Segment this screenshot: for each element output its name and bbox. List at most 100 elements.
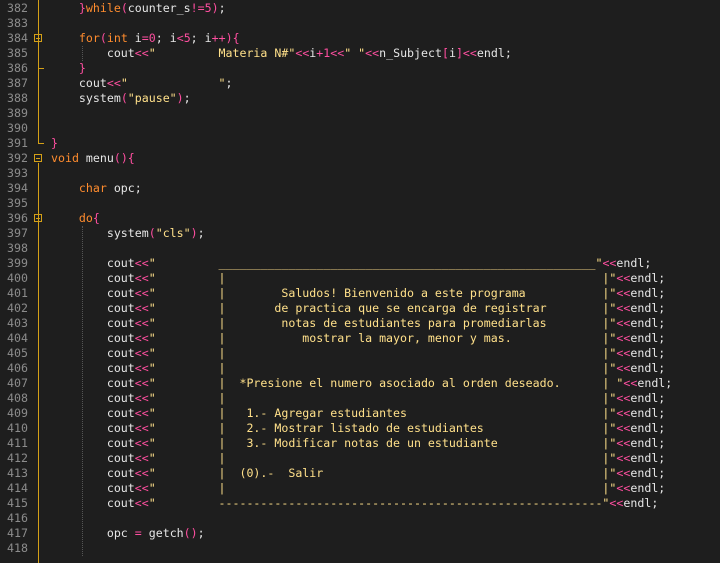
code-line[interactable]: 398 — [0, 241, 720, 256]
line-number: 399 — [7, 256, 28, 270]
code-text: void menu(){ — [51, 151, 135, 165]
code-editor[interactable]: 382 }while(counter_s!=5); 383 384 for(int … — [0, 0, 720, 563]
code-line[interactable]: 390 — [0, 121, 720, 136]
code-line[interactable]: 407 cout<<" | *Presione el numero asocia… — [0, 376, 720, 391]
fold-guide-end — [38, 68, 44, 69]
fold-guide — [38, 223, 39, 563]
code-text: do{ — [78, 211, 100, 225]
code-line[interactable]: 415 cout<<" ----------------------------… — [0, 496, 720, 511]
code-line[interactable]: 404 cout<<" | mostrar la mayor, menor y … — [0, 331, 720, 346]
fold-guide — [38, 0, 39, 143]
line-number: 397 — [7, 226, 28, 240]
line-number: 385 — [7, 46, 28, 60]
line-number: 391 — [7, 136, 28, 150]
code-line[interactable]: 389 — [0, 106, 720, 121]
code-line[interactable]: 393 — [0, 166, 720, 181]
code-text: cout<<" | |"<<endl; — [106, 271, 666, 285]
code-line[interactable]: 384 for(int i=0; i<5; i++){ — [0, 31, 720, 46]
code-line[interactable]: 396 do{ — [0, 211, 720, 226]
code-text: cout<<" --------------------------------… — [106, 496, 659, 510]
code-text: system("cls"); — [106, 226, 205, 240]
code-text: cout<<" | Saludos! Bienvenido a este pro… — [106, 286, 666, 300]
code-text: cout<<" | de practica que se encarga de … — [106, 301, 666, 315]
code-line[interactable]: 399 cout<<" ____________________________… — [0, 256, 720, 271]
code-line[interactable]: 411 cout<<" | 3.- Modificar notas de un … — [0, 436, 720, 451]
code-text: }while(counter_s!=5); — [78, 1, 226, 15]
code-line[interactable]: 417 opc = getch(); — [0, 526, 720, 541]
code-line[interactable]: 400 cout<<" | |"<<endl; — [0, 271, 720, 286]
code-line[interactable]: 408 cout<<" | |"<<endl; — [0, 391, 720, 406]
line-number: 415 — [7, 496, 28, 510]
code-line[interactable]: 402 cout<<" | de practica que se encarga… — [0, 301, 720, 316]
line-number: 400 — [7, 271, 28, 285]
code-line[interactable]: 392 void menu(){ — [0, 151, 720, 166]
code-line[interactable]: 413 cout<<" | (0).- Salir |"<<endl; — [0, 466, 720, 481]
line-number: 407 — [7, 376, 28, 390]
line-number: 409 — [7, 406, 28, 420]
code-text: cout<<" Materia N#"<<i+1<<" "<<n_Subject… — [106, 46, 512, 60]
code-line[interactable]: 391} — [0, 136, 720, 151]
line-number: 418 — [7, 541, 28, 555]
line-number: 413 — [7, 466, 28, 480]
code-line[interactable]: 405 cout<<" | |"<<endl; — [0, 346, 720, 361]
line-number: 384 — [7, 31, 28, 45]
line-number: 416 — [7, 511, 28, 525]
line-number: 406 — [7, 361, 28, 375]
line-number: 395 — [7, 196, 28, 210]
code-line[interactable]: 414 cout<<" | |"<<endl; — [0, 481, 720, 496]
code-text: cout<<" | |"<<endl; — [106, 391, 666, 405]
line-number: 403 — [7, 316, 28, 330]
line-number: 386 — [7, 61, 28, 75]
line-number: 414 — [7, 481, 28, 495]
code-line[interactable]: 385 cout<<" Materia N#"<<i+1<<" "<<n_Sub… — [0, 46, 720, 61]
code-text: cout<<" | *Presione el numero asociado a… — [106, 376, 673, 390]
code-text: cout<<" | |"<<endl; — [106, 451, 666, 465]
code-line[interactable]: 386 } — [0, 61, 720, 76]
code-text: for(int i=0; i<5; i++){ — [78, 31, 240, 45]
code-line[interactable]: 388 system("pause"); — [0, 91, 720, 106]
code-text: opc = getch(); — [106, 526, 205, 540]
line-number: 396 — [7, 211, 28, 225]
code-text: cout<<" | (0).- Salir |"<<endl; — [106, 466, 666, 480]
line-number: 394 — [7, 181, 28, 195]
code-line[interactable]: 382 }while(counter_s!=5); — [0, 1, 720, 16]
line-number: 401 — [7, 286, 28, 300]
line-number: 417 — [7, 526, 28, 540]
code-text: cout<<" | |"<<endl; — [106, 361, 666, 375]
code-line[interactable]: 397 system("cls"); — [0, 226, 720, 241]
line-number: 402 — [7, 301, 28, 315]
code-text: cout<<" | mostrar la mayor, menor y mas.… — [106, 331, 666, 345]
line-number: 392 — [7, 151, 28, 165]
fold-guide — [38, 43, 39, 68]
line-number: 389 — [7, 106, 28, 120]
code-line[interactable]: 403 cout<<" | notas de estudiantes para … — [0, 316, 720, 331]
line-number: 387 — [7, 76, 28, 90]
code-line[interactable]: 416 — [0, 511, 720, 526]
indent-guide — [82, 46, 83, 61]
code-line[interactable]: 412 cout<<" | |"<<endl; — [0, 451, 720, 466]
fold-toggle-icon[interactable] — [34, 154, 42, 162]
code-text: } — [78, 61, 86, 75]
code-text: cout<<" "; — [78, 76, 233, 90]
code-text: } — [51, 136, 58, 150]
code-line[interactable]: 387 cout<<" "; — [0, 76, 720, 91]
code-text: cout<<" | 3.- Modificar notas de un estu… — [106, 436, 666, 450]
line-number: 390 — [7, 121, 28, 135]
code-line[interactable]: 395 — [0, 196, 720, 211]
code-line[interactable]: 394 char opc; — [0, 181, 720, 196]
code-line[interactable]: 410 cout<<" | 2.- Mostrar listado de est… — [0, 421, 720, 436]
line-number: 412 — [7, 451, 28, 465]
code-line[interactable]: 401 cout<<" | Saludos! Bienvenido a este… — [0, 286, 720, 301]
code-line[interactable]: 383 — [0, 16, 720, 31]
line-number: 408 — [7, 391, 28, 405]
code-line[interactable]: 406 cout<<" | |"<<endl; — [0, 361, 720, 376]
line-number: 411 — [7, 436, 28, 450]
code-line[interactable]: 418 — [0, 541, 720, 556]
line-number: 405 — [7, 346, 28, 360]
code-line[interactable]: 409 cout<<" | 1.- Agregar estudiantes |"… — [0, 406, 720, 421]
line-number: 388 — [7, 91, 28, 105]
fold-guide-end — [38, 143, 44, 144]
code-text: cout<<" | notas de estudiantes para prom… — [106, 316, 666, 330]
line-number: 393 — [7, 166, 28, 180]
code-text: char opc; — [78, 181, 142, 195]
